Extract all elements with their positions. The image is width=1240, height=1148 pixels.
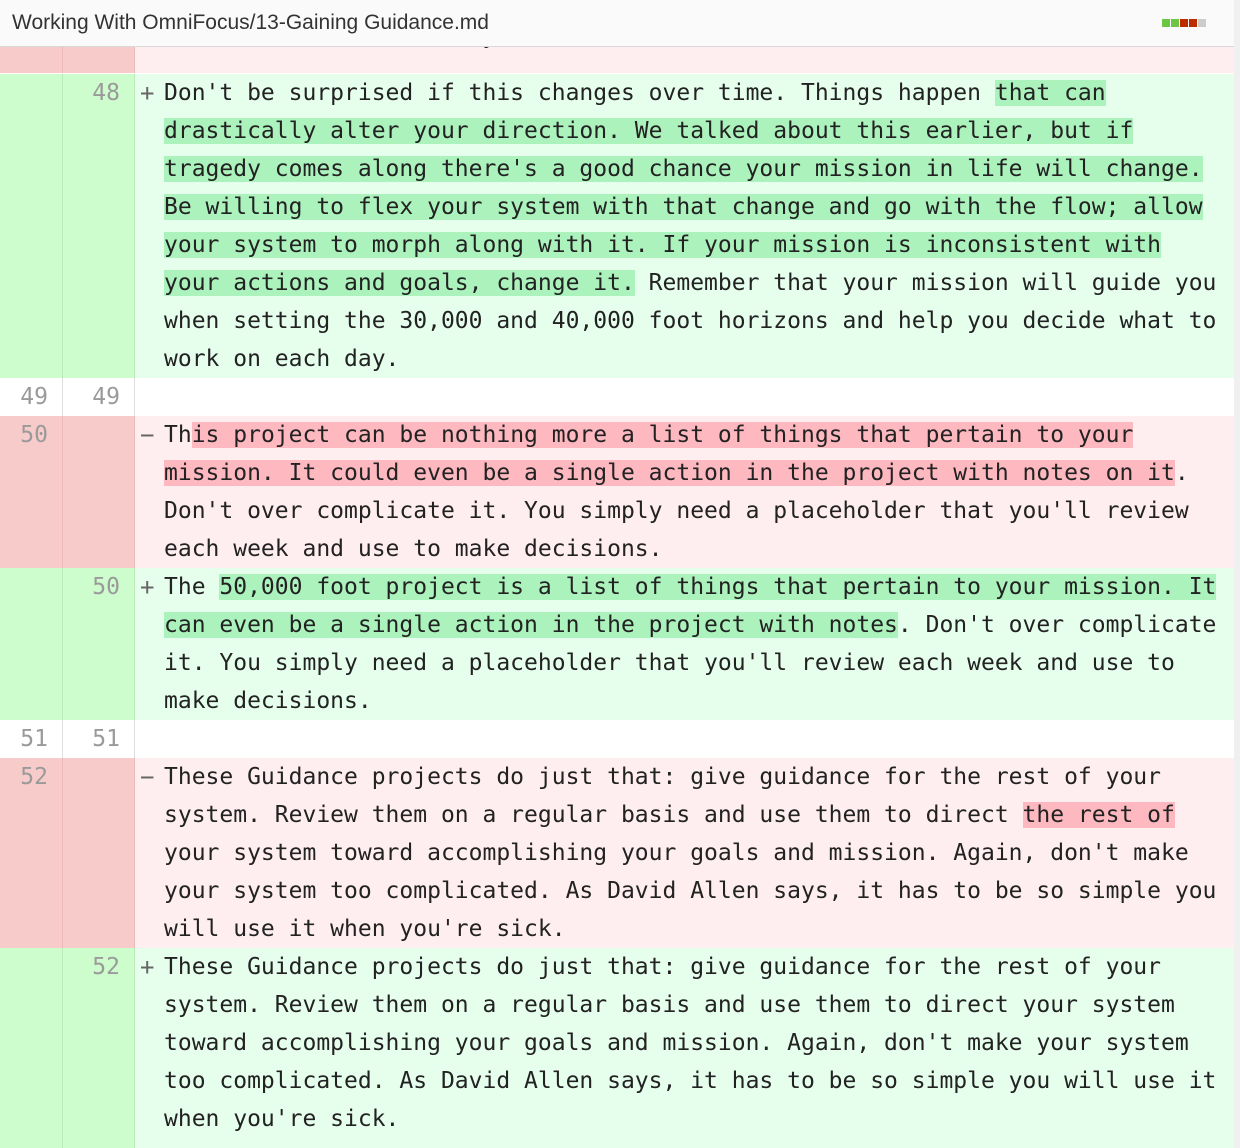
diff-sign: + [140,953,155,981]
diff-row-deleted: 50 − This project can be nothing more a … [0,416,1234,568]
diff-code: The 50,000 foot project is a list of thi… [164,568,1224,720]
code-segment: The [164,574,220,600]
diff-stat-block [1162,19,1170,27]
diff-sign: − [140,763,155,791]
code-segment: These Guidance projects do just that: gi… [164,954,1217,1132]
diff-sign: + [140,79,155,107]
diff-sign: + [140,573,155,601]
code-segment: These Guidance projects do just that: gi… [164,764,1161,828]
file-path: Working With OmniFocus/13-Gaining Guidan… [12,11,489,34]
diff-code: This project can be nothing more a list … [164,416,1224,568]
diff-sign: − [140,421,155,449]
old-line-number: 52 [0,758,63,948]
new-line-number: 50 [63,568,135,720]
diff-stat-block [1198,19,1206,27]
new-line-number [63,758,135,948]
code-segment-highlight: the rest of [1022,802,1175,828]
old-line-number [0,568,63,720]
diff-row-context: 49 49 [0,378,1234,416]
diff-row-added: 50 + The 50,000 foot project is a list o… [0,568,1234,720]
diff-stat-block [1180,19,1188,27]
code-segment-highlight: is project can be nothing more a list of… [164,422,1175,486]
diff-stat-block [1189,19,1197,27]
scrollbar[interactable] [1234,0,1240,1148]
diff-code: These Guidance projects do just that: gi… [164,758,1224,948]
code-segment: your system toward accomplishing your go… [164,840,1217,942]
old-line-number [0,948,63,1148]
old-line-number: 50 [0,416,63,568]
new-line-number: 51 [63,720,135,758]
diff-stat-bar [1162,19,1206,27]
diff-row-deleted: 52 − These Guidance projects do just tha… [0,758,1234,948]
code-segment: Th [164,422,192,448]
diff-row-context: 51 51 [0,720,1234,758]
new-line-number: 48 [63,74,135,378]
diff-code: Don't be surprised if this changes over … [164,74,1224,378]
code-segment: Don't be surprised if this changes over … [164,80,995,106]
diff-stat-block [1171,19,1179,27]
code-segment-highlight: that can drastically alter your directio… [164,80,1203,296]
diff-row-added: 52 + These Guidance projects do just tha… [0,948,1234,1148]
new-line-number: 49 [63,378,135,416]
old-line-number: 51 [0,720,63,758]
diff-row-added: 48 + Don't be surprised if this changes … [0,74,1234,378]
diff-code: These Guidance projects do just that: gi… [164,948,1224,1138]
new-line-number: 52 [63,948,135,1148]
file-header: Working With OmniFocus/13-Gaining Guidan… [0,0,1234,47]
new-line-number [63,416,135,568]
old-line-number [0,74,63,378]
old-line-number: 49 [0,378,63,416]
